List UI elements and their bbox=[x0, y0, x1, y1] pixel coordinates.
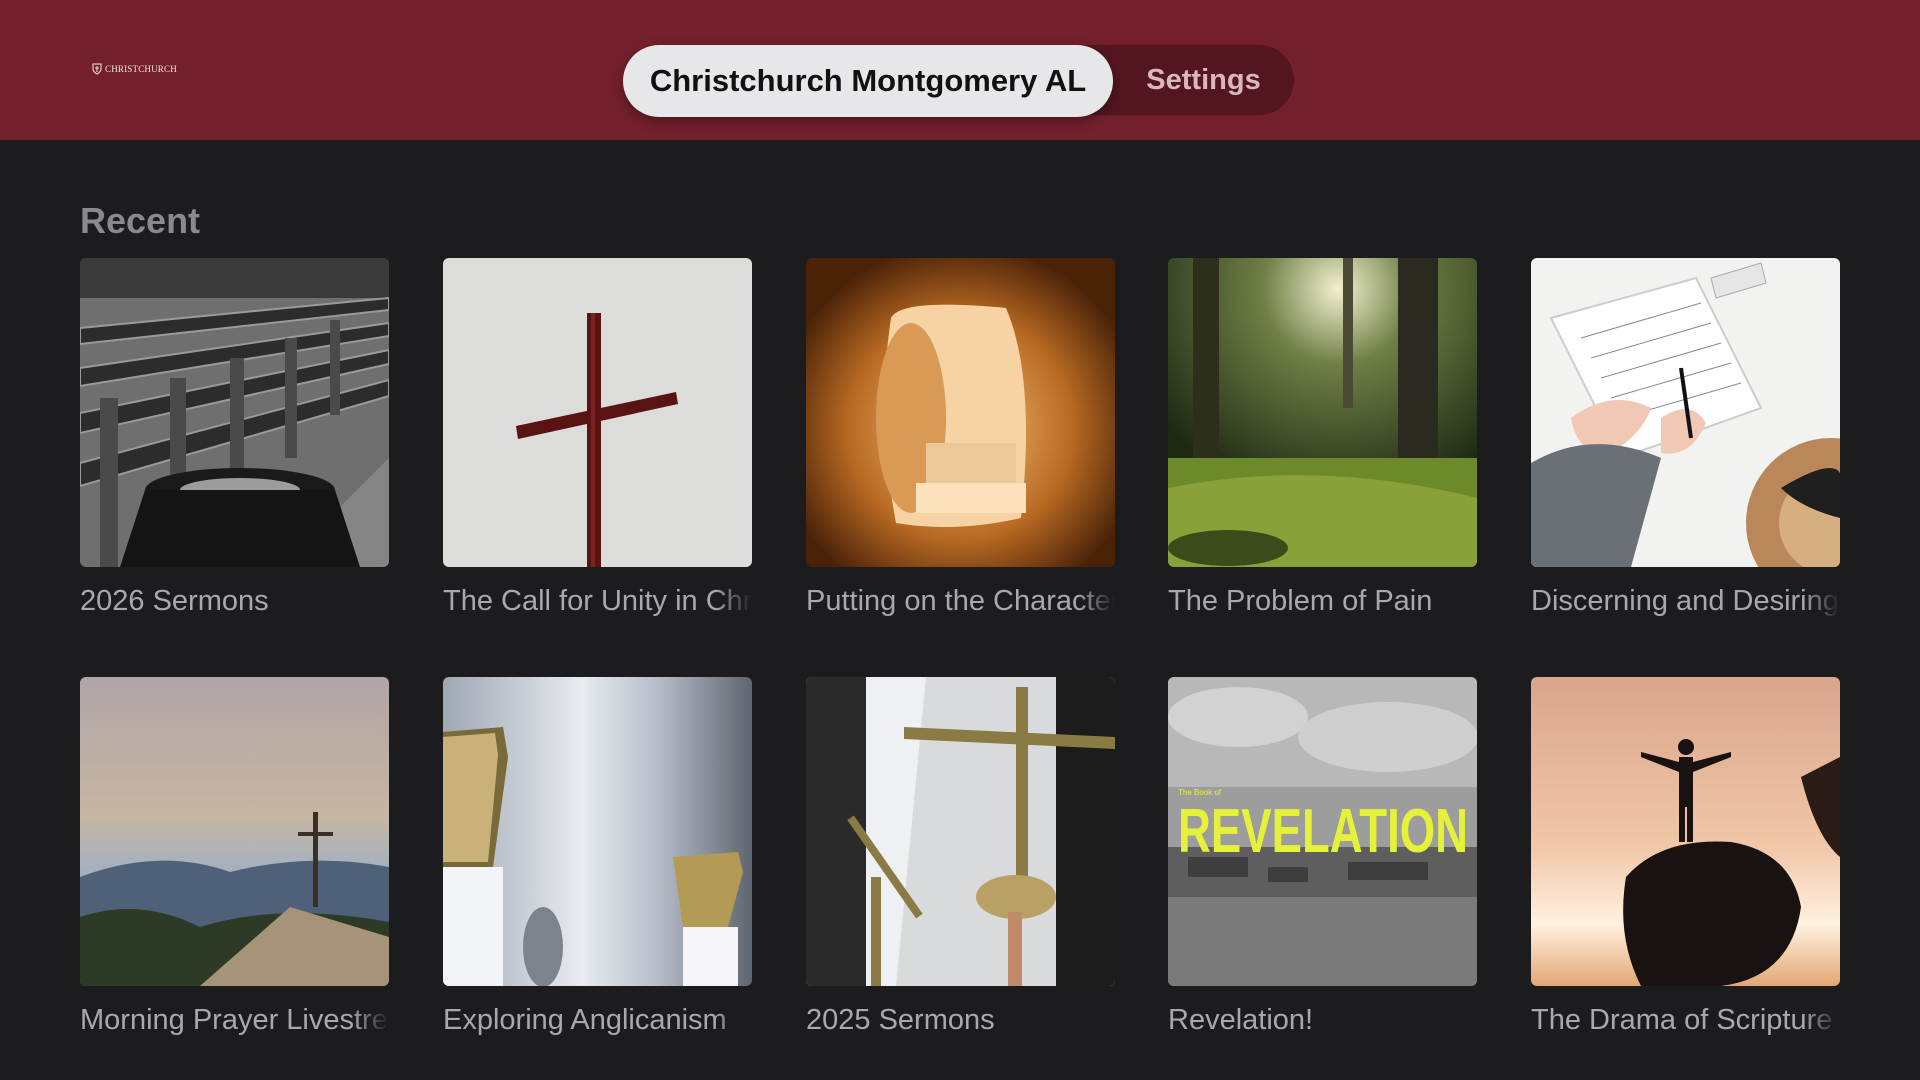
top-navigation-bar: CHRISTCHURCH Christchurch Montgomery AL … bbox=[0, 0, 1920, 140]
card-title: 2026 Sermons bbox=[80, 585, 269, 617]
tab-christchurch-montgomery[interactable]: Christchurch Montgomery AL bbox=[623, 45, 1113, 117]
card-thumbnail-forest-path bbox=[1168, 258, 1477, 567]
logo-text: CHRISTCHURCH bbox=[105, 64, 177, 74]
revelation-small-text: The Book of bbox=[1178, 788, 1222, 797]
media-card[interactable]: The Book of REVELATION Revelation! bbox=[1168, 677, 1477, 1037]
card-title: The Call for Unity in Christ bbox=[443, 585, 752, 617]
card-title: Putting on the Character of Christ bbox=[806, 585, 1115, 617]
card-thumbnail-revelation: The Book of REVELATION bbox=[1168, 677, 1477, 986]
media-card[interactable]: The Drama of Scripture bbox=[1531, 677, 1840, 1037]
card-thumbnail-church-pews bbox=[80, 258, 389, 567]
media-card[interactable]: 2026 Sermons bbox=[80, 258, 389, 618]
card-title: Morning Prayer Livestream bbox=[80, 1004, 389, 1036]
card-thumbnail-candle-holders bbox=[443, 677, 752, 986]
card-thumbnail-planner-desk bbox=[1531, 258, 1840, 567]
card-thumbnail-silhouette-rock bbox=[1531, 677, 1840, 986]
revelation-big-text: REVELATION bbox=[1178, 797, 1468, 866]
media-card[interactable]: The Call for Unity in Christ bbox=[443, 258, 752, 618]
card-thumbnail-empty-tomb bbox=[806, 258, 1115, 567]
media-card[interactable]: 2025 Sermons bbox=[806, 677, 1115, 1037]
card-title: 2025 Sermons bbox=[806, 1004, 995, 1036]
media-card[interactable]: Discerning and Desiring bbox=[1531, 258, 1840, 618]
tab-settings[interactable]: Settings bbox=[1113, 45, 1294, 115]
media-card[interactable]: Exploring Anglicanism bbox=[443, 677, 752, 1037]
card-thumbnail-processional-crosses bbox=[806, 677, 1115, 986]
card-title: Revelation! bbox=[1168, 1004, 1314, 1036]
section-title-recent: Recent bbox=[80, 200, 201, 241]
media-card[interactable]: Putting on the Character of Christ bbox=[806, 258, 1115, 618]
card-thumbnail-wooden-cross bbox=[443, 258, 752, 567]
card-title: The Drama of Scripture bbox=[1531, 1004, 1833, 1036]
card-title: Discerning and Desiring bbox=[1531, 585, 1839, 617]
media-card[interactable]: The Problem of Pain bbox=[1168, 258, 1477, 618]
card-thumbnail-mountain-cross bbox=[80, 677, 389, 986]
media-card[interactable]: Morning Prayer Livestream bbox=[80, 677, 389, 1037]
card-title: The Problem of Pain bbox=[1168, 585, 1433, 617]
shield-icon bbox=[92, 63, 102, 75]
tab-bar: Christchurch Montgomery AL Settings bbox=[623, 45, 1294, 117]
card-title: Exploring Anglicanism bbox=[443, 1004, 727, 1036]
church-logo: CHRISTCHURCH bbox=[92, 63, 177, 75]
